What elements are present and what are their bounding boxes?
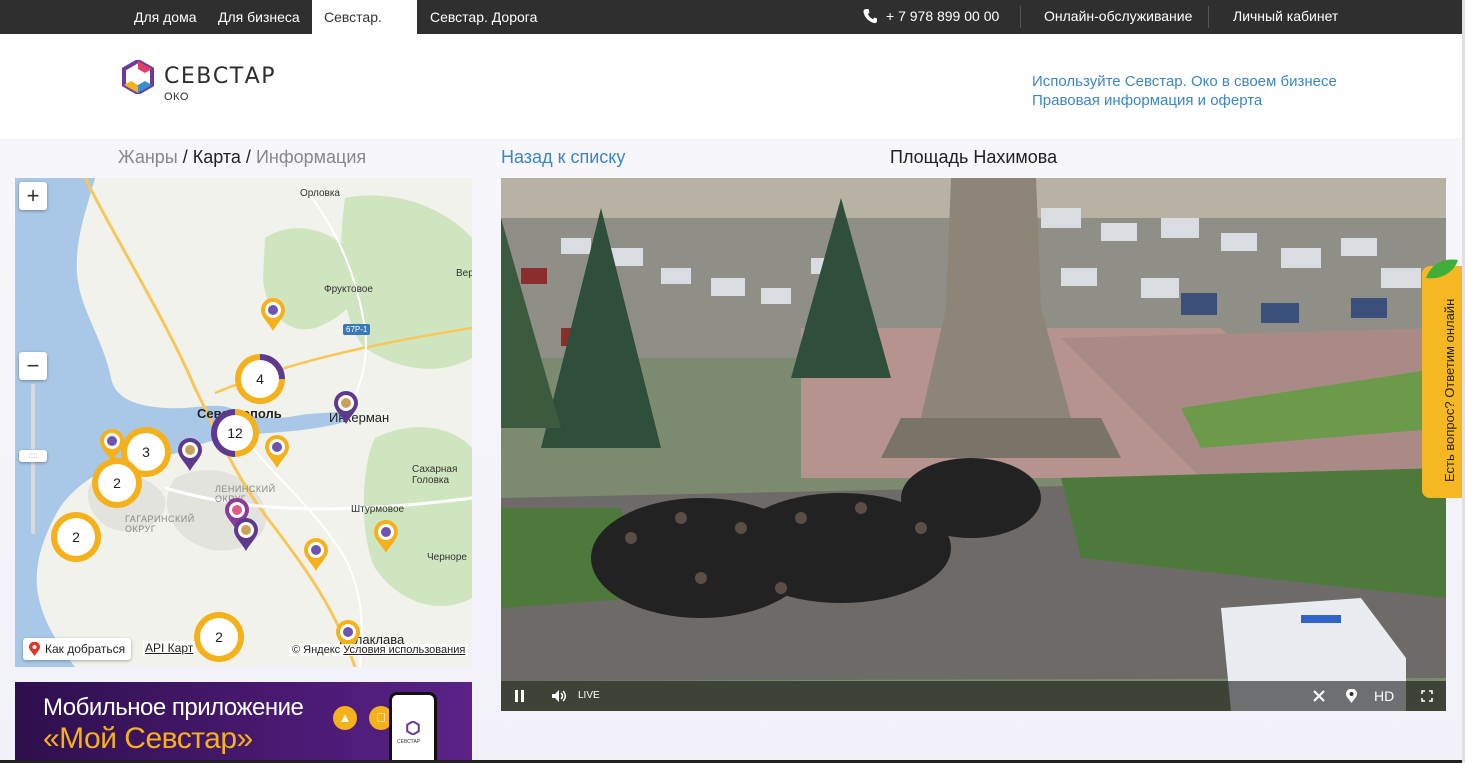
fullscreen-icon[interactable] (1421, 681, 1433, 711)
zoom-in-button[interactable]: + (19, 182, 47, 210)
legal-link[interactable]: Правовая информация и оферта (1032, 92, 1262, 109)
map-label-fruktovoe: Фруктовое (324, 284, 373, 295)
camera-pin[interactable] (333, 391, 359, 425)
camera-cluster[interactable]: 4 (235, 354, 285, 404)
zoom-out-button[interactable]: − (19, 352, 47, 380)
cluster-count: 12 (217, 415, 253, 451)
phone-icon (863, 9, 877, 24)
business-link[interactable]: Используйте Севстар. Око в своем бизнесе (1032, 73, 1337, 90)
breadcrumb: Жанры / Карта / Информация (118, 147, 366, 168)
phone-logo-icon (406, 721, 420, 735)
crumb-genres[interactable]: Жанры (118, 147, 178, 167)
nav-divider (1020, 6, 1021, 28)
crumb-separator: / (240, 147, 256, 167)
chat-tab-label: Есть вопрос? Ответим онлайн (1442, 298, 1457, 482)
camera-cluster[interactable]: 12 (211, 409, 259, 457)
cluster-count: 4 (241, 360, 279, 398)
map-label-chernore: Черноре (427, 552, 467, 563)
phone-mockup: СЕВСТАР (389, 692, 437, 763)
camera-map[interactable]: Орловка Вер Фруктовое 67Р-1 Севастополь … (15, 178, 472, 667)
camera-video[interactable]: LIVE HD (501, 178, 1446, 711)
road-badge: 67Р-1 (343, 324, 371, 335)
account-link[interactable]: Личный кабинет (1233, 0, 1338, 34)
crumb-separator: / (177, 147, 193, 167)
camera-pin[interactable] (264, 435, 290, 469)
sevstar-logo-icon[interactable] (122, 60, 154, 94)
map-api-link[interactable]: API Карт (143, 641, 196, 655)
android-icon[interactable]: ▲ (333, 706, 357, 730)
banner-line1: Мобильное приложение (43, 694, 304, 721)
camera-pin[interactable] (260, 298, 286, 332)
map-label-ver: Вер (456, 268, 472, 279)
video-frame (501, 178, 1446, 711)
camera-cluster[interactable]: 2 (194, 612, 244, 662)
nav-divider (1208, 6, 1209, 28)
map-copyright: © Яндекс Условия использования (289, 644, 469, 656)
cluster-count: 2 (57, 518, 95, 556)
camera-pin[interactable] (233, 518, 259, 552)
route-pin-icon (29, 642, 40, 656)
banner-line2: «Мой Севстар» (43, 722, 253, 755)
logo-subtitle: ОКО (164, 91, 189, 103)
camera-cluster[interactable]: 2 (51, 512, 101, 562)
map-label-gagarinsky: ГАГАРИНСКИЙ ОКРУГ (125, 514, 195, 534)
camera-title: Площадь Нахимова (890, 147, 1058, 167)
phone-number[interactable]: + 7 978 899 00 00 (886, 0, 999, 34)
top-nav: Для дома Для бизнеса Севстар. Око Севста… (0, 0, 1462, 59)
route-button[interactable]: Как добраться (23, 638, 132, 660)
video-controls: LIVE HD (501, 681, 1446, 711)
quality-button[interactable]: HD (1374, 681, 1394, 711)
chat-tab[interactable]: Есть вопрос? Ответим онлайн (1422, 259, 1462, 498)
online-service-link[interactable]: Онлайн-обслуживание (1044, 0, 1192, 34)
tab-business[interactable]: Для бизнеса (206, 0, 312, 34)
camera-cluster[interactable]: 2 (92, 458, 142, 508)
copyright-text: © Яндекс (292, 644, 341, 656)
tab-sevstar-road[interactable]: Севстар. Дорога (418, 0, 549, 34)
camera-pin[interactable] (373, 520, 399, 554)
crumb-map[interactable]: Карта (193, 147, 241, 167)
live-indicator: LIVE (578, 690, 600, 701)
crumb-info[interactable]: Информация (256, 147, 366, 167)
cluster-count: 2 (98, 464, 136, 502)
camera-pin[interactable] (177, 438, 203, 472)
map-label-sakharnaya: Сахарная Головка (412, 464, 458, 486)
volume-icon[interactable] (551, 681, 567, 711)
cluster-count: 2 (200, 618, 238, 656)
camera-pin[interactable] (303, 538, 329, 572)
app-banner[interactable]: Мобильное приложение «Мой Севстар» ▲  С… (15, 682, 472, 763)
route-button-label: Как добраться (45, 642, 126, 656)
tab-sevstar-oko[interactable]: Севстар. Око (312, 0, 417, 59)
phone-brand: СЕВСТАР (397, 739, 421, 745)
close-icon[interactable] (1313, 681, 1325, 711)
back-to-list-link[interactable]: Назад к списку (501, 147, 625, 168)
leaf-icon (1426, 259, 1458, 279)
map-label-shturmovoe: Штурмовое (351, 504, 405, 515)
logo-name[interactable]: СЕВСТАР (164, 64, 276, 89)
zoom-handle[interactable]: :::: (19, 450, 47, 462)
pause-icon[interactable] (514, 681, 526, 711)
map-label-orlovka: Орловка (300, 188, 340, 199)
terms-link[interactable]: Условия использования (343, 644, 465, 656)
tab-home[interactable]: Для дома (122, 0, 209, 34)
location-icon[interactable] (1346, 681, 1357, 711)
